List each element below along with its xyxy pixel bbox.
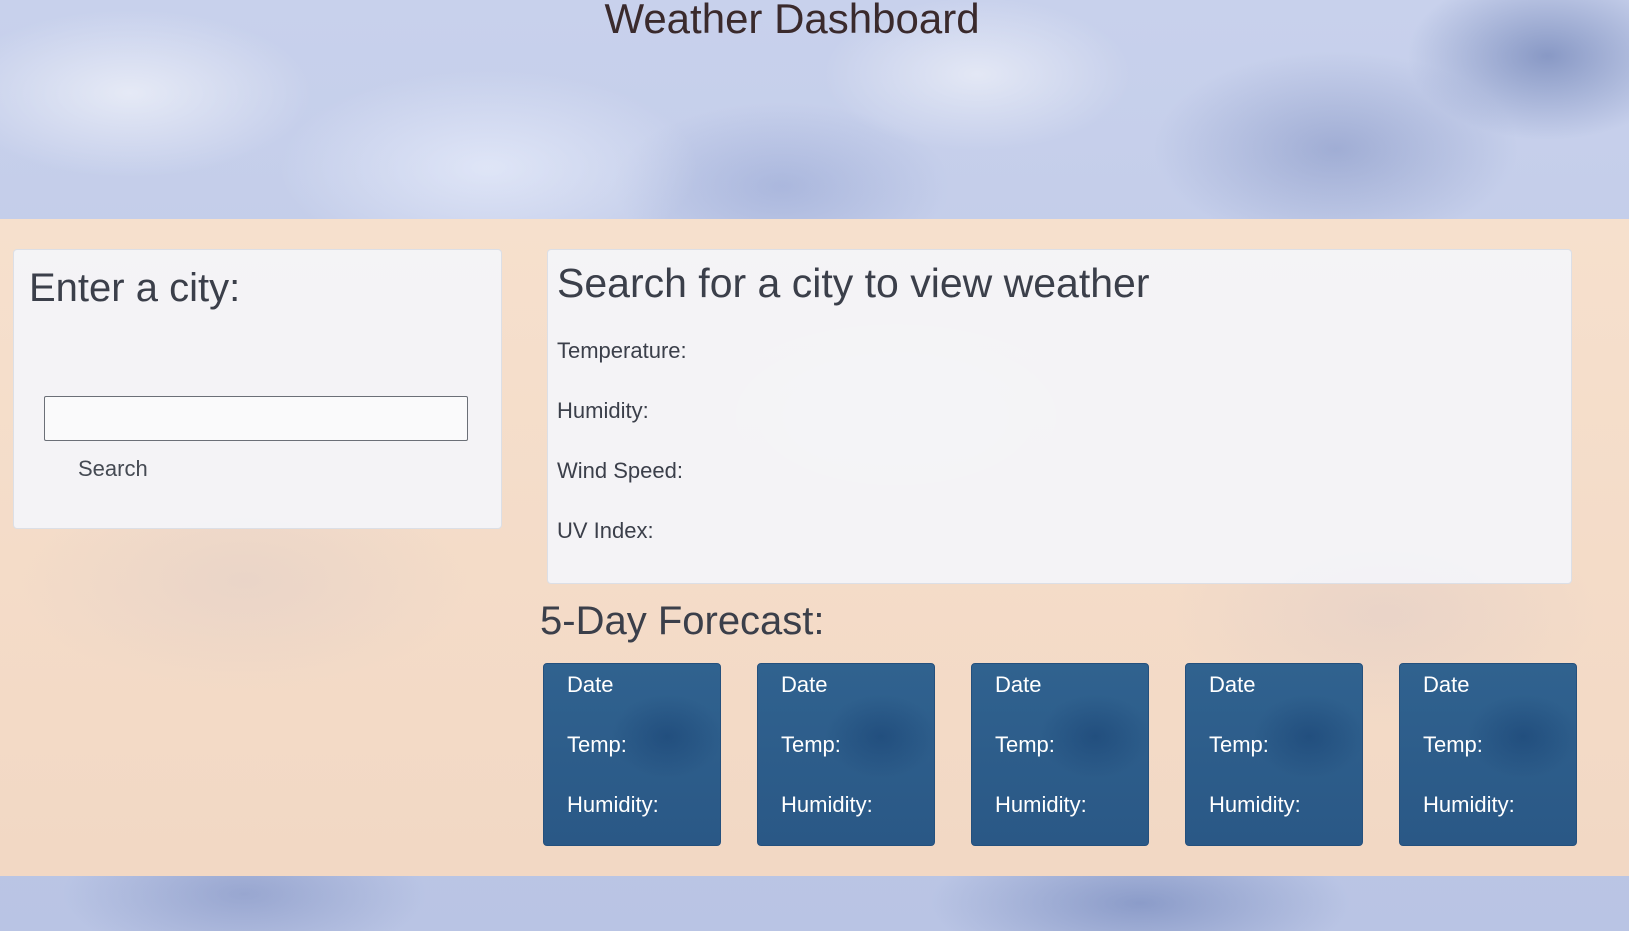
forecast-temp: Temp:	[567, 732, 627, 757]
forecast-temp: Temp:	[1209, 732, 1269, 757]
forecast-date: Date	[1209, 672, 1256, 697]
forecast-humidity: Humidity:	[995, 792, 1087, 817]
page-title: Weather Dashboard	[604, 0, 980, 42]
humidity-label: Humidity:	[557, 398, 649, 423]
forecast-humidity: Humidity:	[1423, 792, 1515, 817]
forecast-card: Date Temp: Humidity:	[1185, 663, 1363, 846]
forecast-humidity: Humidity:	[567, 792, 659, 817]
current-weather-heading: Search for a city to view weather	[557, 260, 1150, 306]
forecast-humidity: Humidity:	[781, 792, 873, 817]
forecast-card: Date Temp: Humidity:	[1399, 663, 1577, 846]
forecast-cards: Date Temp: Humidity: Date Temp: Humidity…	[543, 663, 1579, 846]
forecast-date: Date	[567, 672, 614, 697]
forecast-date: Date	[1423, 672, 1470, 697]
forecast-date: Date	[995, 672, 1042, 697]
forecast-date: Date	[781, 672, 828, 697]
forecast-temp: Temp:	[1423, 732, 1483, 757]
forecast-temp: Temp:	[781, 732, 841, 757]
forecast-card: Date Temp: Humidity:	[543, 663, 721, 846]
city-search-heading: Enter a city:	[29, 266, 241, 310]
city-search-panel: Enter a city: Search	[13, 249, 502, 529]
current-weather-panel: Search for a city to view weather Temper…	[547, 249, 1572, 584]
uv-index-label: UV Index:	[557, 518, 654, 543]
main-content: Enter a city: Search Search for a city t…	[0, 219, 1629, 876]
forecast-temp: Temp:	[995, 732, 1055, 757]
city-search-input[interactable]	[44, 396, 468, 441]
forecast-card: Date Temp: Humidity:	[757, 663, 935, 846]
forecast-humidity: Humidity:	[1209, 792, 1301, 817]
temperature-label: Temperature:	[557, 338, 687, 363]
search-button[interactable]: Search	[64, 452, 162, 486]
wind-speed-label: Wind Speed:	[557, 458, 683, 483]
forecast-heading: 5-Day Forecast:	[540, 599, 825, 643]
forecast-card: Date Temp: Humidity:	[971, 663, 1149, 846]
